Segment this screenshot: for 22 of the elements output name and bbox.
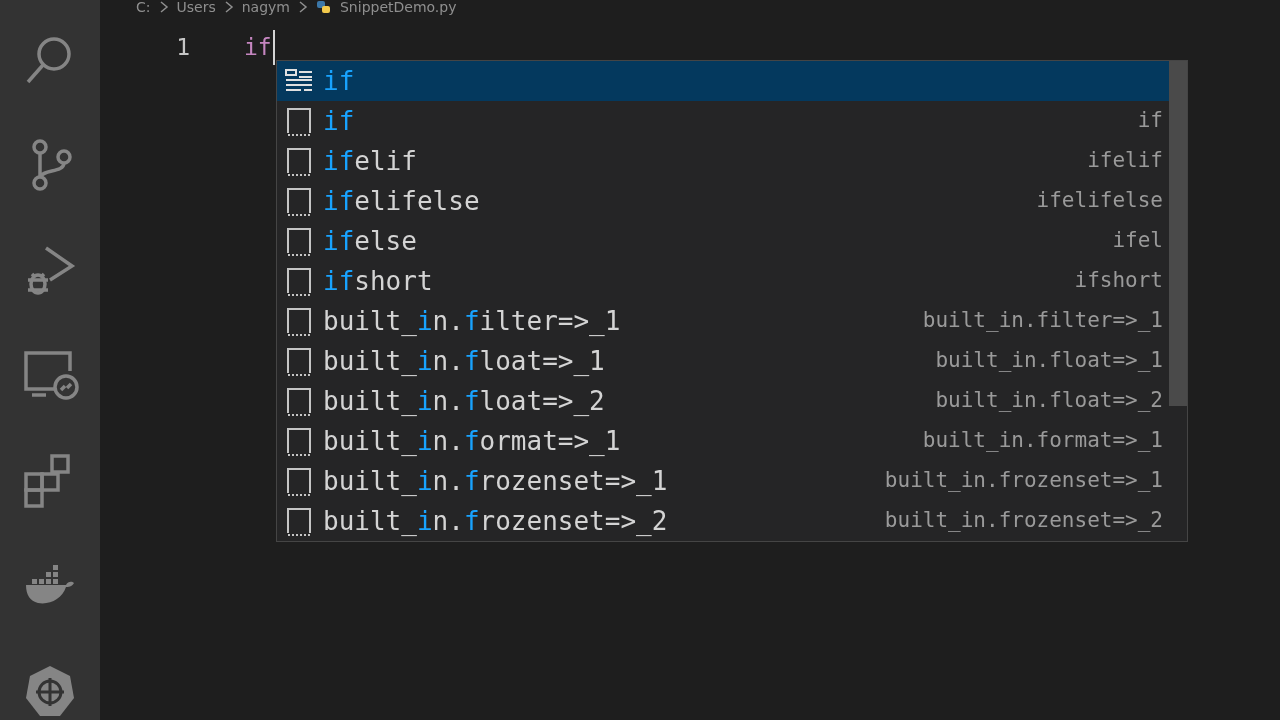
suggestion-item[interactable]: built_in.float=>_1 built_in.float=>_1 bbox=[277, 341, 1187, 381]
scrollbar-thumb[interactable] bbox=[1169, 61, 1187, 406]
suggestion-item[interactable]: built_in.format=>_1 built_in.format=>_1 bbox=[277, 421, 1187, 461]
suggestion-item[interactable]: ifshort ifshort bbox=[277, 261, 1187, 301]
line-number: 1 bbox=[175, 33, 190, 62]
suggestion-item[interactable]: if if bbox=[277, 101, 1187, 141]
breadcrumb-item[interactable]: Users bbox=[176, 0, 216, 14]
suggestion-item[interactable]: built_in.filter=>_1 built_in.filter=>_1 bbox=[277, 301, 1187, 341]
suggestion-item[interactable]: ifelifelse ifelifelse bbox=[277, 181, 1187, 221]
suggestion-item[interactable]: ifelif ifelif bbox=[277, 141, 1187, 181]
breadcrumb-item[interactable]: nagym bbox=[241, 0, 290, 14]
code-text[interactable]: if bbox=[244, 30, 275, 65]
suggestion-item[interactable]: built_in.f rozenset=>_2 built_in.frozenset=>_2 bbox=[277, 501, 1187, 541]
suggestion-item[interactable]: built_in.float=>_2 built_in.float=>_2 bbox=[277, 381, 1187, 421]
chevron-icon bbox=[158, 0, 169, 14]
suggestion-item[interactable]: ifelse ifel bbox=[277, 221, 1187, 261]
python-file-icon bbox=[316, 0, 332, 14]
suggestion-item[interactable]: built_in.f rozenset=>_1 built_in.frozenset=>_1 bbox=[277, 461, 1187, 501]
chevron-icon bbox=[298, 0, 308, 14]
chevron-icon bbox=[223, 0, 234, 14]
breadcrumb-item[interactable]: SnippetDemo.py bbox=[340, 0, 457, 14]
breadcrumb-item[interactable]: C: bbox=[136, 0, 151, 14]
